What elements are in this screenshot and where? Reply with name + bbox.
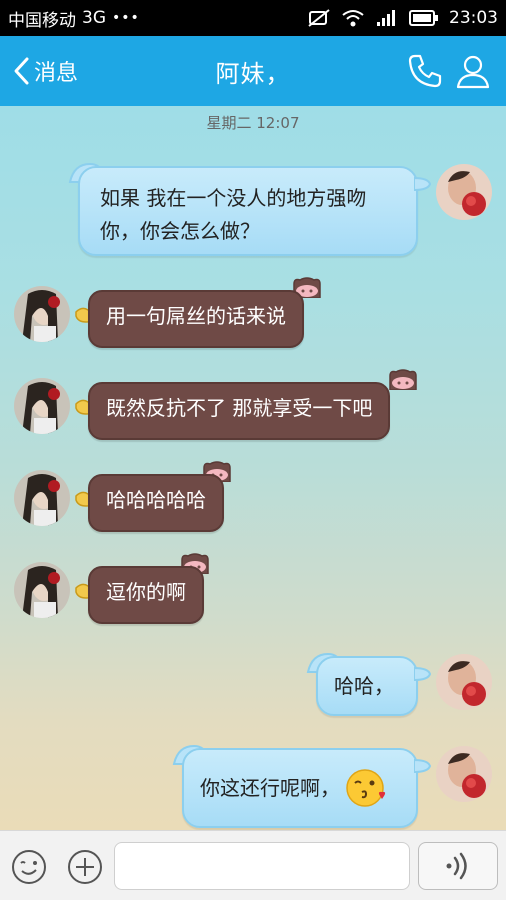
message-bubble[interactable]: 如果 我在一个没人的地方强吻 你，你会怎么做？ (78, 166, 418, 256)
battery-icon (409, 10, 438, 26)
smiley-icon (12, 850, 46, 884)
pig-decoration (389, 369, 417, 390)
my-avatar[interactable] (436, 654, 492, 710)
message-text: 用一句屌丝的话来说 (106, 304, 286, 328)
bubble-tail-decoration (414, 758, 432, 774)
message-text: 你这还行呢啊， (200, 775, 340, 800)
message-text: 既然反抗不了 那就享受一下吧 (106, 396, 373, 420)
message-text: 哈哈， (334, 674, 394, 698)
more-button[interactable] (66, 848, 104, 886)
message-text: 如果 我在一个没人的地方强吻 (100, 186, 367, 210)
chat-area[interactable]: 星期二 12:07 如果 我在一个没人的地方强吻 你，你会怎么做？ 用一句屌丝的… (0, 106, 506, 830)
message-bubble[interactable]: 用一句屌丝的话来说 (88, 290, 304, 348)
plus-icon (68, 850, 102, 884)
contact-avatar[interactable] (14, 378, 70, 434)
contact-avatar[interactable] (14, 562, 70, 618)
voice-button[interactable] (418, 842, 498, 890)
clock: 23:03 (449, 8, 498, 28)
emoji-button[interactable] (10, 848, 48, 886)
notification-dots: ••• (112, 10, 140, 26)
message-text: 哈哈哈哈哈 (106, 488, 206, 512)
message-input[interactable] (114, 842, 410, 890)
input-bar (0, 830, 506, 900)
message-text: 你，你会怎么做？ (100, 219, 260, 243)
profile-button[interactable] (454, 52, 492, 90)
kiss-face-emoji-icon (346, 769, 386, 807)
voice-wave-icon (446, 852, 467, 880)
contact-avatar[interactable] (14, 286, 70, 342)
message-bubble[interactable]: 哈哈哈哈哈 (88, 474, 224, 532)
network-label: 3G (82, 8, 106, 28)
title-bar: 消息 阿妹， (0, 36, 506, 106)
signal-icon (377, 10, 395, 26)
carrier-label: 中国移动 (8, 10, 76, 31)
phone-icon (408, 54, 442, 88)
my-avatar[interactable] (436, 746, 492, 802)
message-bubble[interactable]: 逗你的啊 (88, 566, 204, 624)
message-bubble[interactable]: 既然反抗不了 那就享受一下吧 (88, 382, 391, 440)
message-bubble[interactable]: 你这还行呢啊， (182, 748, 418, 828)
call-button[interactable] (406, 52, 444, 90)
contact-avatar[interactable] (14, 470, 70, 526)
my-avatar[interactable] (436, 164, 492, 220)
wifi-icon (342, 10, 364, 27)
bubble-tail-decoration (414, 666, 432, 682)
mute-icon (308, 9, 330, 27)
user-icon (456, 55, 490, 89)
message-timestamp: 星期二 12:07 (206, 114, 300, 132)
message-bubble[interactable]: 哈哈， (316, 656, 418, 716)
message-text: 逗你的啊 (106, 580, 186, 604)
status-bar: 中国移动 3G ••• 23:03 (0, 0, 506, 36)
bubble-tail-decoration (414, 176, 432, 192)
